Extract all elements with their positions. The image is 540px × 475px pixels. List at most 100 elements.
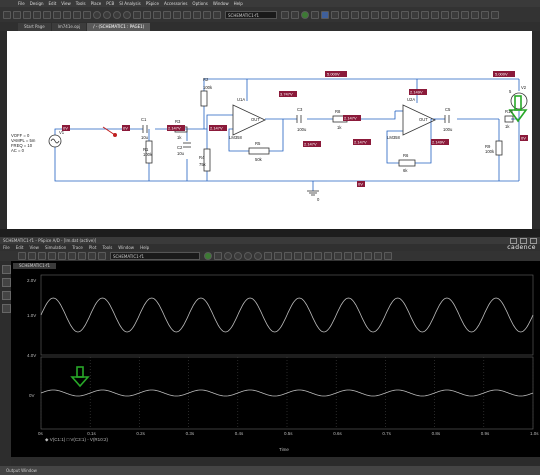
schematic-canvas[interactable]: 5.000V 5.000V 0V 0V 0V 0V 2.147V 2.147V … bbox=[7, 31, 532, 229]
probe-cursor-max-icon[interactable] bbox=[364, 252, 372, 260]
annotate-icon[interactable] bbox=[163, 10, 171, 19]
probe-open-icon[interactable] bbox=[28, 252, 36, 260]
bias-w-icon[interactable] bbox=[391, 10, 399, 19]
grid-icon[interactable] bbox=[133, 10, 141, 19]
menu-tools[interactable]: Tools bbox=[76, 1, 86, 6]
cut-icon[interactable] bbox=[43, 10, 51, 19]
undo-icon[interactable] bbox=[73, 10, 81, 19]
probe-print-icon[interactable] bbox=[48, 252, 56, 260]
netlist-icon[interactable] bbox=[143, 10, 151, 19]
net-alias-icon[interactable] bbox=[421, 10, 429, 19]
junction-icon[interactable] bbox=[471, 10, 479, 19]
sidebar-trace-icon[interactable] bbox=[2, 291, 11, 300]
run-icon[interactable] bbox=[301, 10, 309, 19]
probe-cursor-slope-icon[interactable] bbox=[344, 252, 352, 260]
menu-window[interactable]: Window bbox=[213, 1, 229, 6]
probe-cursor-icon[interactable] bbox=[314, 252, 322, 260]
menu-si-analysis[interactable]: SI Analysis bbox=[119, 1, 140, 6]
probe-performance-icon[interactable] bbox=[284, 252, 292, 260]
probe-zoom-out-icon[interactable] bbox=[234, 252, 242, 260]
menu-file[interactable]: File bbox=[18, 1, 25, 6]
power-icon[interactable] bbox=[451, 10, 459, 19]
probe-cursor-trough-icon[interactable] bbox=[334, 252, 342, 260]
probe-run-icon[interactable] bbox=[204, 252, 212, 260]
probe-zoom-in-icon[interactable] bbox=[224, 252, 232, 260]
menu-accessories[interactable]: Accessories bbox=[164, 1, 187, 6]
probe-paste-icon[interactable] bbox=[78, 252, 86, 260]
tab-schematic[interactable]: / - (SCHEMATIC1 : PAGE1) bbox=[87, 23, 151, 31]
sidebar-marker-icon[interactable] bbox=[2, 278, 11, 287]
marker-diff-icon[interactable] bbox=[341, 10, 349, 19]
probe-menu-plot[interactable]: Plot bbox=[89, 245, 97, 250]
probe-pause-icon[interactable] bbox=[214, 252, 222, 260]
marker-current-icon[interactable] bbox=[351, 10, 359, 19]
probe-zoom-area-icon[interactable] bbox=[244, 252, 252, 260]
zoom-fit-icon[interactable] bbox=[123, 10, 131, 19]
marker-power-icon[interactable] bbox=[361, 10, 369, 19]
tab-start-page[interactable]: Start Page bbox=[18, 23, 51, 31]
edit-profile-icon[interactable] bbox=[291, 10, 299, 19]
probe-log-x-icon[interactable] bbox=[264, 252, 272, 260]
menu-pcb[interactable]: PCB bbox=[106, 1, 114, 6]
probe-zoom-fit-icon[interactable] bbox=[254, 252, 262, 260]
zoom-in-icon[interactable] bbox=[93, 10, 101, 19]
probe-add-trace-icon[interactable] bbox=[294, 252, 302, 260]
pause-icon[interactable] bbox=[311, 10, 319, 19]
menu-options[interactable]: Options bbox=[192, 1, 207, 6]
probe-save-icon[interactable] bbox=[38, 252, 46, 260]
probe-eval-icon[interactable] bbox=[304, 252, 312, 260]
output-window-tab[interactable]: Output Window bbox=[0, 466, 540, 475]
menu-place[interactable]: Place bbox=[91, 1, 102, 6]
probe-menu-edit[interactable]: Edit bbox=[16, 245, 24, 250]
probe-menu-simulation[interactable]: Simulation bbox=[45, 245, 66, 250]
bom-icon[interactable] bbox=[173, 10, 181, 19]
voltage-probe-marker[interactable] bbox=[102, 126, 116, 136]
probe-cut-icon[interactable] bbox=[58, 252, 66, 260]
menu-pspice[interactable]: PSpice bbox=[146, 1, 159, 6]
sidebar-sim-icon[interactable] bbox=[2, 265, 11, 274]
ground-icon[interactable] bbox=[431, 10, 439, 19]
cross-probe-icon[interactable] bbox=[183, 10, 191, 19]
open-icon[interactable] bbox=[13, 10, 21, 19]
probe-menu-file[interactable]: File bbox=[3, 245, 10, 250]
copy-icon[interactable] bbox=[53, 10, 61, 19]
menu-help[interactable]: Help bbox=[234, 1, 243, 6]
probe-copy-icon[interactable] bbox=[68, 252, 76, 260]
probe-fft-icon[interactable] bbox=[274, 252, 282, 260]
paste-icon[interactable] bbox=[63, 10, 71, 19]
probe-menu-trace[interactable]: Trace bbox=[72, 245, 83, 250]
probe-redo-icon[interactable] bbox=[98, 252, 106, 260]
menu-edit[interactable]: Edit bbox=[49, 1, 57, 6]
bias-v-icon[interactable] bbox=[371, 10, 379, 19]
probe-new-icon[interactable] bbox=[18, 252, 26, 260]
help-icon[interactable] bbox=[213, 10, 221, 19]
bias-i-icon[interactable] bbox=[381, 10, 389, 19]
drc-icon[interactable] bbox=[153, 10, 161, 19]
waveform-plot[interactable]: SCHEMATIC1-f1 2.0V 1.0V 4.0V 0V 0s 0.1s 0.… bbox=[11, 261, 540, 457]
probe-profile-dropdown[interactable]: SCHEMATIC1-f1 bbox=[110, 252, 200, 260]
part-icon[interactable] bbox=[441, 10, 449, 19]
tab-project[interactable]: lm741e.opj bbox=[51, 23, 87, 31]
menu-view[interactable]: View bbox=[61, 1, 71, 6]
menu-design[interactable]: Design bbox=[30, 1, 44, 6]
probe-mark-label-icon[interactable] bbox=[374, 252, 382, 260]
probe-cursor-peak-icon[interactable] bbox=[324, 252, 332, 260]
probe-menu-view[interactable]: View bbox=[29, 245, 39, 250]
hier-block-icon[interactable] bbox=[491, 10, 499, 19]
probe-menu-window[interactable]: Window bbox=[118, 245, 134, 250]
print-icon[interactable] bbox=[33, 10, 41, 19]
design-cache-icon[interactable] bbox=[203, 10, 211, 19]
sidebar-plot-icon[interactable] bbox=[2, 304, 11, 313]
new-profile-icon[interactable] bbox=[281, 10, 289, 19]
view-results-icon[interactable] bbox=[321, 10, 329, 19]
bias-toggle-icon[interactable] bbox=[401, 10, 409, 19]
marker-voltage-icon[interactable] bbox=[331, 10, 339, 19]
bus-icon[interactable] bbox=[461, 10, 469, 19]
probe-settings-icon[interactable] bbox=[384, 252, 392, 260]
probe-menu-tools[interactable]: Tools bbox=[102, 245, 112, 250]
profile-dropdown[interactable]: SCHEMATIC1-f1 bbox=[225, 10, 277, 19]
new-icon[interactable] bbox=[3, 10, 11, 19]
zoom-out-icon[interactable] bbox=[103, 10, 111, 19]
no-connect-icon[interactable] bbox=[481, 10, 489, 19]
save-icon[interactable] bbox=[23, 10, 31, 19]
